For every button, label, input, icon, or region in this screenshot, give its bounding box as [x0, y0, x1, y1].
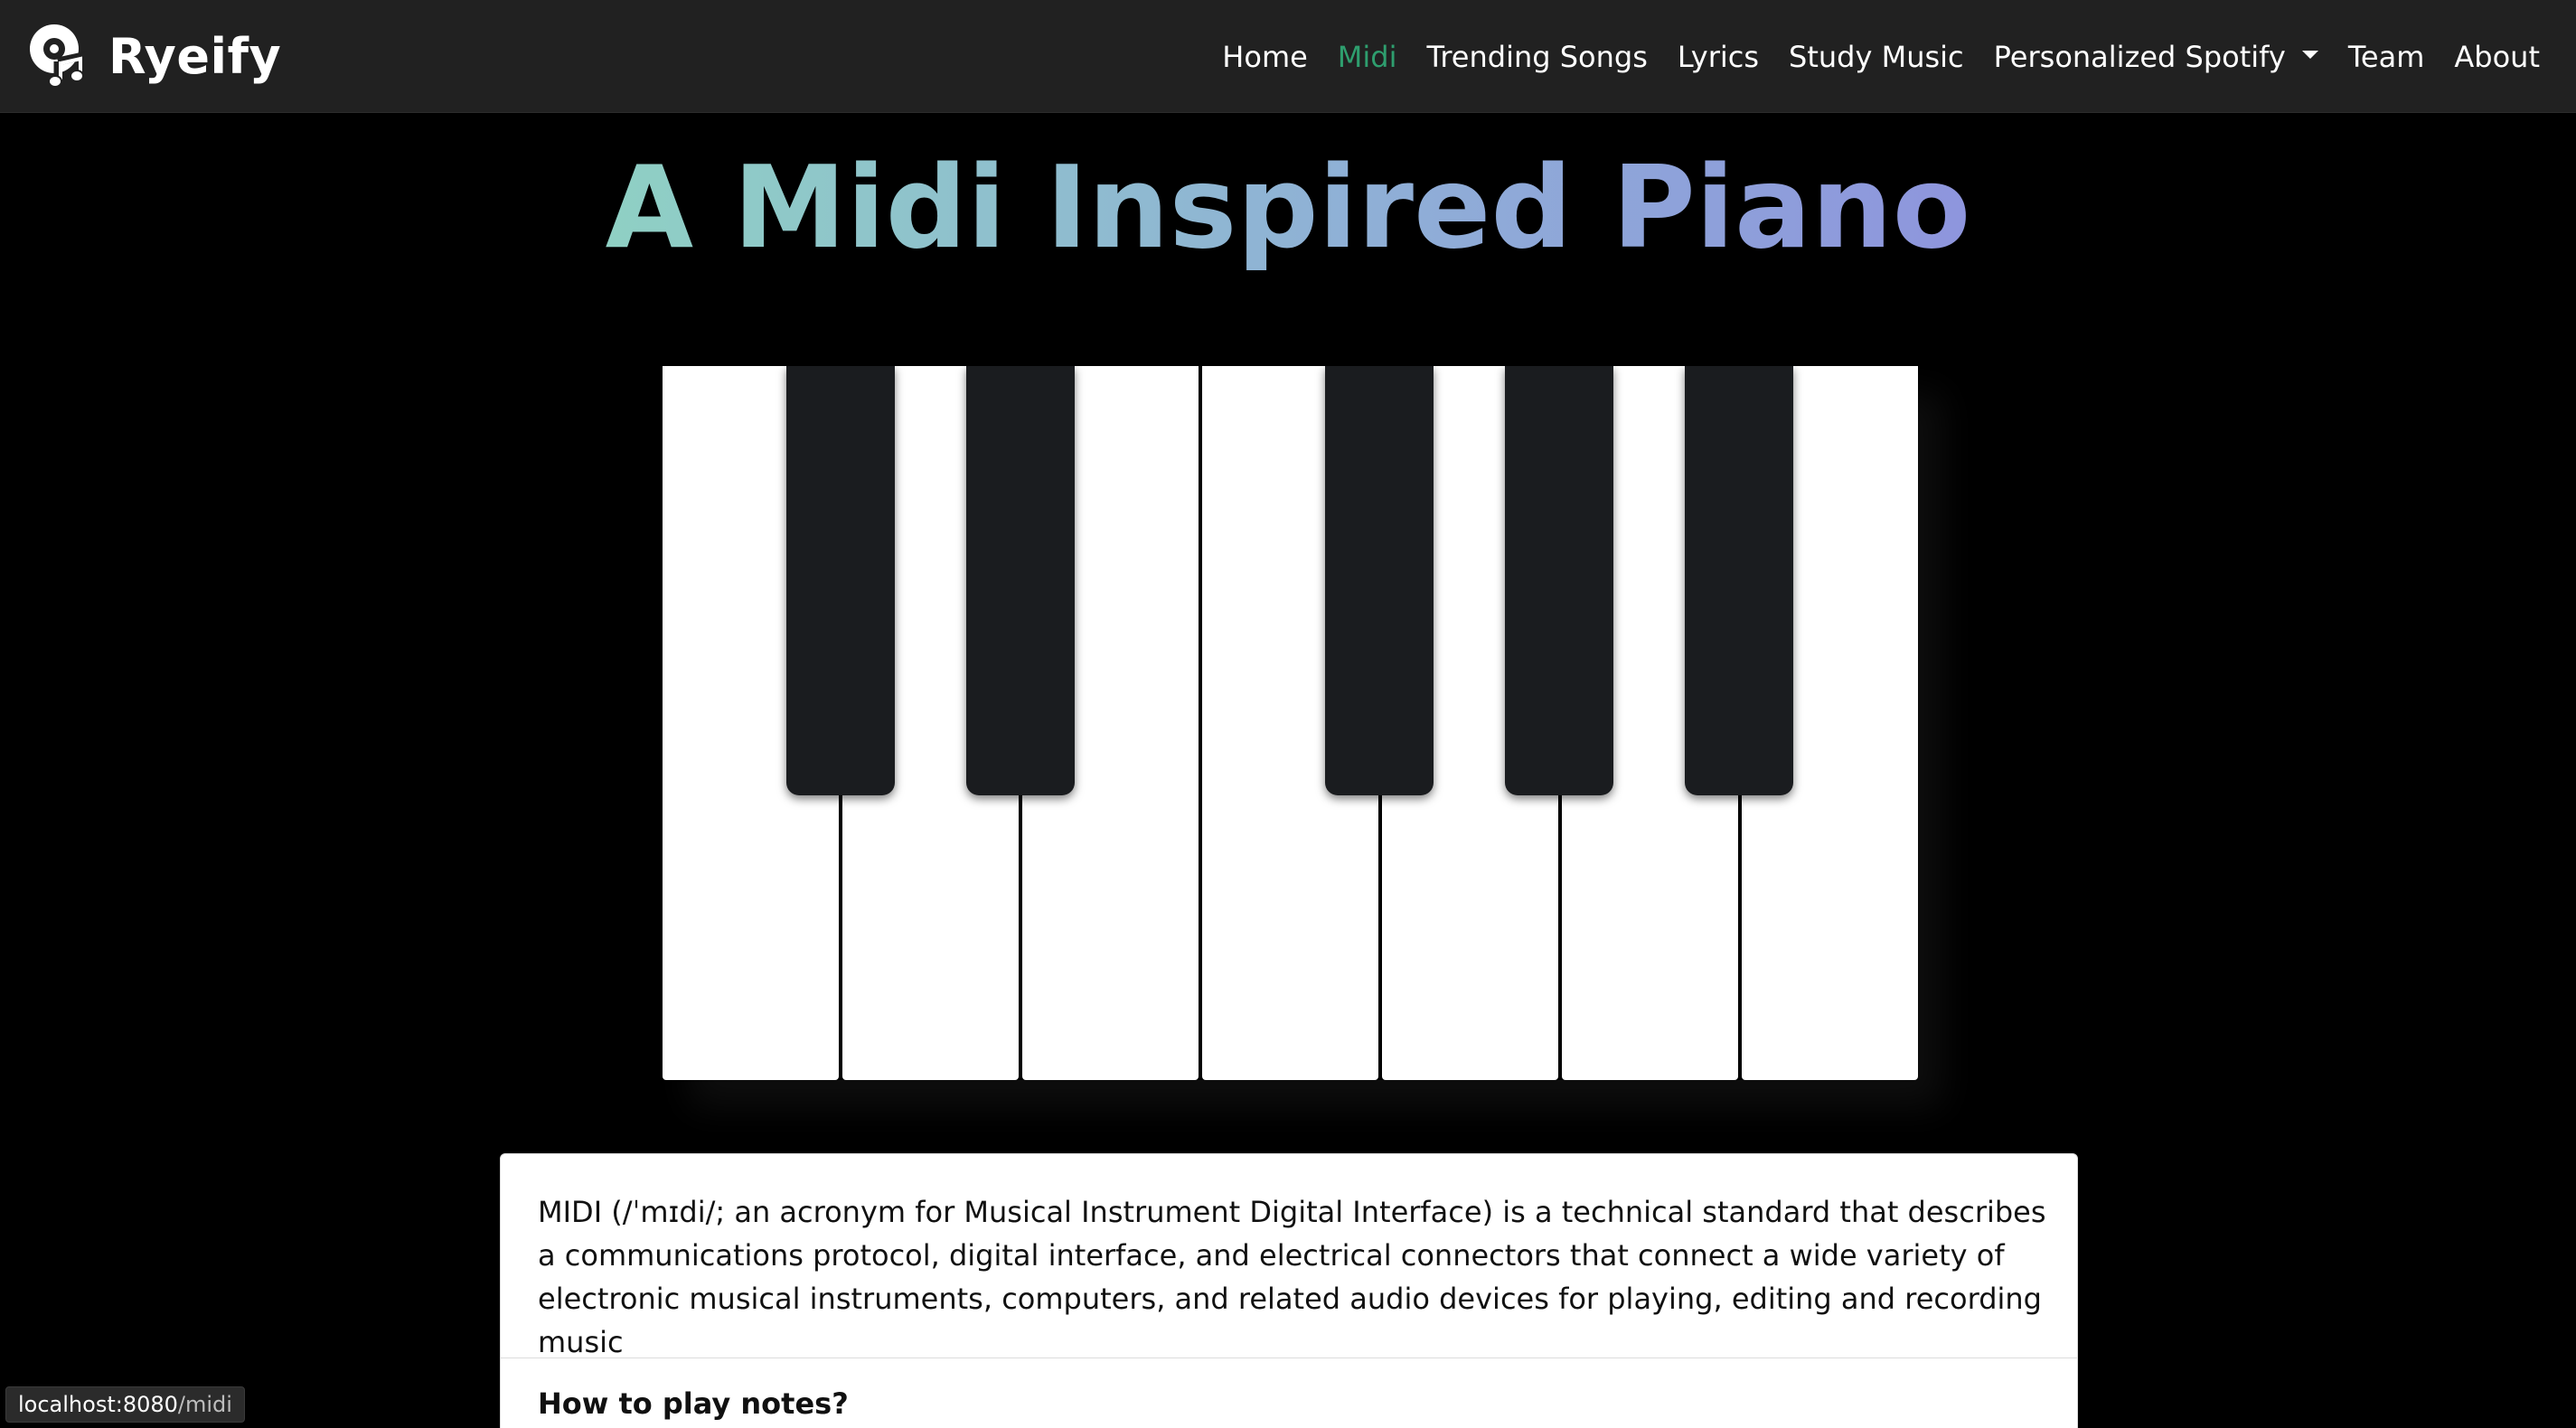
brand-home-link[interactable]: Ryeify	[27, 22, 281, 90]
nav-item-trending-songs[interactable]: Trending Songs	[1427, 40, 1648, 74]
top-navbar: Ryeify Home Midi Trending Songs Lyrics S…	[0, 0, 2576, 113]
status-bar-url: localhost:8080/midi	[5, 1386, 245, 1423]
piano-keyboard	[663, 366, 1918, 1080]
vinyl-note-logo-icon	[27, 22, 96, 90]
browser-viewport: Ryeify Home Midi Trending Songs Lyrics S…	[0, 0, 2576, 1428]
status-url-host: localhost:8080	[18, 1392, 178, 1417]
nav-item-study-music[interactable]: Study Music	[1789, 40, 1964, 74]
nav-item-lyrics[interactable]: Lyrics	[1678, 40, 1759, 74]
caret-down-icon	[2301, 51, 2318, 59]
nav-item-home[interactable]: Home	[1222, 40, 1308, 74]
page-title-text: A Midi Inspired Piano	[605, 141, 1971, 274]
piano-black-key-3[interactable]	[1325, 366, 1434, 795]
brand-name: Ryeify	[108, 27, 282, 85]
piano-black-key-5[interactable]	[1685, 366, 1793, 795]
midi-info-card: MIDI (/ˈmɪdi/; an acronym for Musical In…	[500, 1153, 2078, 1428]
nav-item-personalized-spotify-label: Personalized Spotify	[1993, 39, 2286, 74]
nav-links: Home Midi Trending Songs Lyrics Study Mu…	[1222, 0, 2540, 113]
nav-item-about[interactable]: About	[2454, 40, 2540, 74]
piano-black-key-1[interactable]	[786, 366, 895, 795]
midi-description: MIDI (/ˈmɪdi/; an acronym for Musical In…	[538, 1195, 2046, 1359]
piano-black-key-2[interactable]	[966, 366, 1075, 795]
nav-item-personalized-spotify-dropdown[interactable]: Personalized Spotify	[1994, 40, 2318, 74]
nav-item-midi[interactable]: Midi	[1338, 40, 1397, 74]
status-url-path: /midi	[177, 1392, 232, 1417]
piano-black-key-4[interactable]	[1505, 366, 1613, 795]
page-title: A Midi Inspired Piano	[0, 136, 2576, 280]
how-to-play-heading: How to play notes?	[538, 1386, 849, 1421]
nav-item-team[interactable]: Team	[2348, 40, 2425, 74]
